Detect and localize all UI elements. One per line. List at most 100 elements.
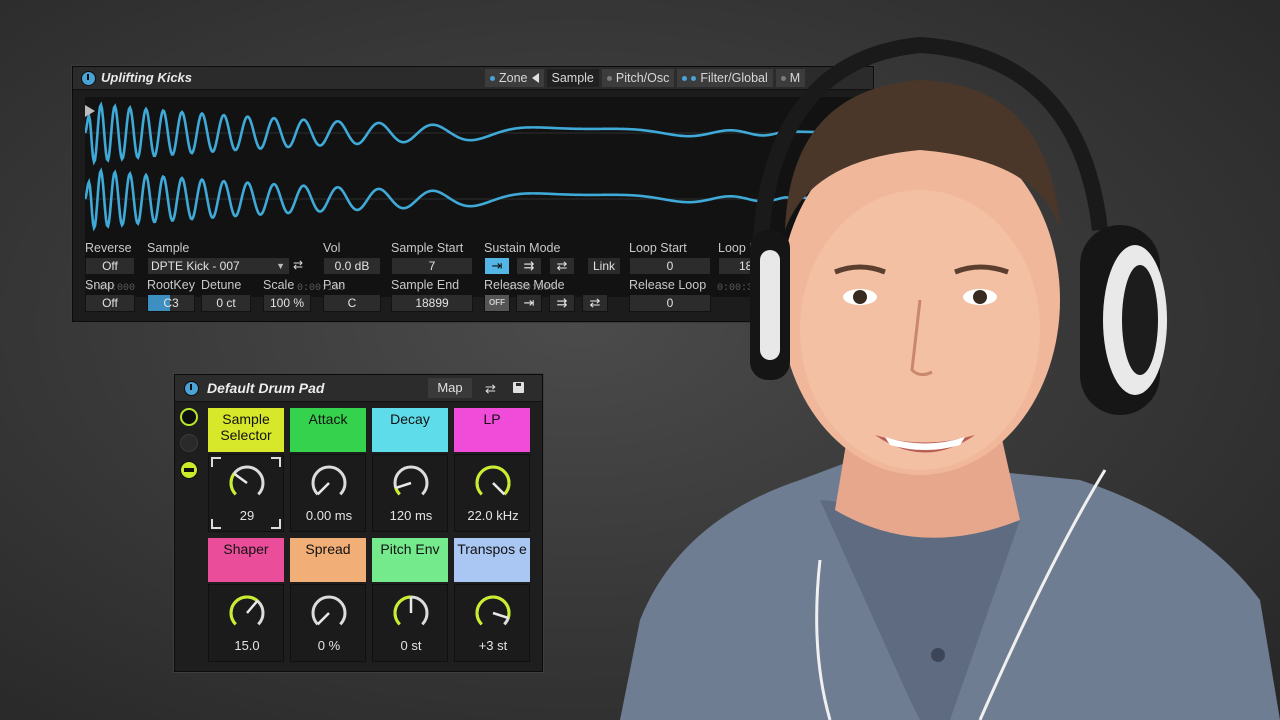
macro-knob[interactable] — [227, 593, 267, 633]
map-button[interactable]: Map — [428, 378, 472, 398]
randomize-icon[interactable] — [180, 408, 198, 426]
knob-needle — [395, 481, 412, 490]
macro-label[interactable]: Attack — [290, 408, 366, 452]
variations-icon[interactable] — [180, 434, 198, 452]
tab-sample-label: Sample — [551, 71, 594, 85]
macro-value: +3 st — [478, 638, 508, 653]
drum-rack-device: Default Drum Pad Map ⇄ Sample Selector 29… — [174, 374, 543, 672]
macro-knob-area: 22.0 kHz — [454, 454, 530, 532]
presenter-photo — [620, 36, 1280, 720]
pan-label: Pan — [323, 278, 346, 292]
rootkey-field[interactable]: C3 — [147, 294, 195, 312]
macro-2[interactable]: Decay 120 ms — [372, 408, 450, 533]
rootkey-label: RootKey — [147, 278, 195, 292]
tab-zone-label: Zone — [499, 71, 528, 85]
detune-field[interactable]: 0 ct — [201, 294, 251, 312]
macro-label[interactable]: Sample Selector — [208, 408, 284, 452]
rootkey-value: C3 — [163, 296, 179, 310]
knob-needle — [492, 611, 509, 620]
scale-field[interactable]: 100 % — [263, 294, 311, 312]
dot-icon — [606, 75, 612, 81]
knob-value-arc — [393, 595, 412, 626]
macro-3[interactable]: LP 22.0 kHz — [454, 408, 532, 533]
sustain-mode-off-button[interactable]: ⇥ — [484, 257, 510, 275]
macro-knob-area: 29 — [208, 454, 284, 532]
selection-corner — [271, 457, 281, 467]
macro-label[interactable]: Spread — [290, 538, 366, 582]
selection-corner — [211, 519, 221, 529]
knob-needle — [233, 472, 248, 485]
macro-knob-area: 0 st — [372, 584, 448, 662]
knob-value-arc — [229, 595, 259, 626]
macro-6[interactable]: Pitch Env 0 st — [372, 538, 450, 663]
device-power-icon[interactable] — [81, 71, 96, 86]
macro-knob-area: 15.0 — [208, 584, 284, 662]
tab-zone[interactable]: Zone — [485, 69, 544, 87]
knob-track — [393, 465, 429, 496]
save-icon[interactable] — [513, 382, 524, 393]
chevron-down-icon: ▼ — [276, 261, 285, 271]
hot-swap-icon[interactable]: ⇄ — [485, 381, 496, 397]
macro-0[interactable]: Sample Selector 29 — [208, 408, 286, 533]
macro-value: 0 % — [317, 638, 341, 653]
macro-label[interactable]: Shaper — [208, 538, 284, 582]
macro-1[interactable]: Attack 0.00 ms — [290, 408, 368, 533]
tab-sample[interactable]: Sample — [546, 69, 599, 87]
macro-knob[interactable] — [309, 463, 349, 503]
macro-toggle-icon[interactable] — [180, 461, 198, 479]
sample-label: Sample — [147, 241, 190, 255]
macro-knob-area: +3 st — [454, 584, 530, 662]
knob-value-arc — [475, 595, 511, 626]
macro-label[interactable]: Transpos e — [454, 538, 530, 582]
release-mode-backforth-button[interactable]: ⇄ — [582, 294, 608, 312]
macro-knob-area: 120 ms — [372, 454, 448, 532]
vol-field[interactable]: 0.0 dB — [323, 257, 381, 275]
sample-start-field[interactable]: 7 — [391, 257, 473, 275]
rack-title: Default Drum Pad — [207, 380, 325, 396]
knob-track — [311, 465, 347, 496]
release-mode-label: Release Mode — [484, 278, 565, 292]
sample-end-field[interactable]: 18899 — [391, 294, 473, 312]
detune-label: Detune — [201, 278, 242, 292]
knob-track — [229, 465, 265, 496]
knob-needle — [316, 612, 330, 626]
macro-4[interactable]: Shaper 15.0 — [208, 538, 286, 663]
macro-7[interactable]: Transpos e +3 st — [454, 538, 532, 663]
macro-knob[interactable] — [473, 593, 513, 633]
release-mode-loop-button[interactable]: ⇉ — [549, 294, 575, 312]
sustain-mode-backforth-button[interactable]: ⇄ — [549, 257, 575, 275]
release-mode-oneshot-button[interactable]: ⇥ — [516, 294, 542, 312]
macro-value: 15.0 — [234, 638, 260, 653]
macro-knob[interactable] — [309, 593, 349, 633]
release-mode-off-button[interactable]: OFF — [484, 294, 510, 312]
snap-toggle[interactable]: Off — [85, 294, 135, 312]
sample-select-value: DPTE Kick - 007 — [151, 259, 240, 273]
selection-corner — [211, 457, 221, 467]
device-power-icon[interactable] — [184, 381, 199, 396]
macro-knob[interactable] — [391, 593, 431, 633]
selection-corner — [271, 519, 281, 529]
macro-5[interactable]: Spread 0 % — [290, 538, 368, 663]
macro-label[interactable]: LP — [454, 408, 530, 452]
macro-value: 0 st — [400, 638, 422, 653]
sustain-mode-loop-button[interactable]: ⇉ — [516, 257, 542, 275]
macro-knob[interactable] — [227, 463, 267, 503]
macro-label[interactable]: Decay — [372, 408, 448, 452]
link-button[interactable]: Link — [587, 257, 621, 275]
arrow-left-icon — [531, 73, 539, 83]
sample-end-label: Sample End — [391, 278, 460, 292]
macro-knob[interactable] — [473, 463, 513, 503]
macro-value: 22.0 kHz — [467, 508, 519, 523]
sampler-title: Uplifting Kicks — [101, 70, 193, 85]
sample-select[interactable]: DPTE Kick - 007 ▼ — [147, 257, 290, 275]
knob-value-arc — [229, 472, 237, 496]
reverse-label: Reverse — [85, 241, 132, 255]
knob-value-arc — [475, 465, 511, 496]
hot-swap-icon[interactable]: ⇄ — [293, 258, 303, 272]
pan-field[interactable]: C — [323, 294, 381, 312]
knob-needle — [316, 482, 330, 496]
reverse-toggle[interactable]: Off — [85, 257, 135, 275]
macro-label[interactable]: Pitch Env — [372, 538, 448, 582]
dot-icon — [490, 75, 495, 81]
macro-knob[interactable] — [391, 463, 431, 503]
